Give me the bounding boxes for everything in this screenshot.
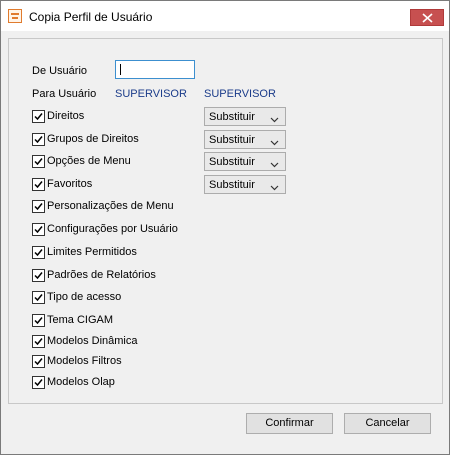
para-usuario-value: SUPERVISOR <box>115 88 187 100</box>
para-usuario-value-2: SUPERVISOR <box>204 88 276 100</box>
chevron-down-icon <box>270 182 279 194</box>
option-label: Padrões de Relatórios <box>47 269 156 281</box>
checkmark-icon <box>34 272 43 280</box>
option-checkbox[interactable] <box>32 110 45 123</box>
de-usuario-input[interactable] <box>115 60 195 79</box>
option-checkbox[interactable] <box>32 223 45 236</box>
checkmark-icon <box>34 226 43 234</box>
checkmark-icon <box>34 158 43 166</box>
app-logo-icon <box>8 9 22 23</box>
option-label: Personalizações de Menu <box>47 200 174 212</box>
option-label: Modelos Dinâmica <box>47 335 138 347</box>
close-button[interactable] <box>410 9 444 26</box>
option-label: Modelos Filtros <box>47 355 122 367</box>
option-mode-select[interactable]: Substituir <box>204 107 286 126</box>
select-value: Substituir <box>209 134 255 146</box>
checkmark-icon <box>34 358 43 366</box>
select-value: Substituir <box>209 179 255 191</box>
select-value: Substituir <box>209 111 255 123</box>
checkmark-icon <box>34 379 43 387</box>
option-checkbox[interactable] <box>32 314 45 327</box>
option-checkbox[interactable] <box>32 335 45 348</box>
checkmark-icon <box>34 294 43 302</box>
checkmark-icon <box>34 249 43 257</box>
text-caret <box>120 64 121 75</box>
checkmark-icon <box>34 136 43 144</box>
option-label: Tipo de acesso <box>47 291 122 303</box>
option-label: Favoritos <box>47 178 93 190</box>
select-value: Substituir <box>209 156 255 168</box>
option-checkbox[interactable] <box>32 200 45 213</box>
chevron-down-icon <box>270 159 279 171</box>
cancel-button[interactable]: Cancelar <box>344 413 431 434</box>
option-label: Direitos <box>47 110 85 122</box>
checkmark-icon <box>34 181 43 189</box>
option-checkbox[interactable] <box>32 133 45 146</box>
title-bar: Copia Perfil de Usuário <box>1 1 449 31</box>
checkmark-icon <box>34 338 43 346</box>
checkmark-icon <box>34 317 43 325</box>
chevron-down-icon <box>270 137 279 149</box>
option-label: Grupos de Direitos <box>47 133 139 145</box>
option-checkbox[interactable] <box>32 291 45 304</box>
chevron-down-icon <box>270 114 279 126</box>
confirm-button-label: Confirmar <box>265 417 314 429</box>
option-checkbox[interactable] <box>32 269 45 282</box>
confirm-button[interactable]: Confirmar <box>246 413 333 434</box>
cancel-button-label: Cancelar <box>365 417 410 429</box>
option-checkbox[interactable] <box>32 155 45 168</box>
option-label: Configurações por Usuário <box>47 223 178 235</box>
option-checkbox[interactable] <box>32 178 45 191</box>
option-mode-select[interactable]: Substituir <box>204 152 286 171</box>
option-label: Opções de Menu <box>47 155 131 167</box>
option-label: Tema CIGAM <box>47 314 114 326</box>
para-usuario-label: Para Usuário <box>32 88 97 100</box>
option-label: Modelos Olap <box>47 376 115 388</box>
checkmark-icon <box>34 203 43 211</box>
option-checkbox[interactable] <box>32 376 45 389</box>
window-title: Copia Perfil de Usuário <box>29 10 153 24</box>
option-checkbox[interactable] <box>32 355 45 368</box>
de-usuario-label: De Usuário <box>32 65 88 77</box>
option-label: Limites Permitidos <box>47 246 137 258</box>
option-mode-select[interactable]: Substituir <box>204 130 286 149</box>
close-icon <box>422 13 433 23</box>
dialog-window: Copia Perfil de Usuário De Usuário Para … <box>0 0 450 455</box>
option-checkbox[interactable] <box>32 246 45 259</box>
checkmark-icon <box>34 113 43 121</box>
option-mode-select[interactable]: Substituir <box>204 175 286 194</box>
